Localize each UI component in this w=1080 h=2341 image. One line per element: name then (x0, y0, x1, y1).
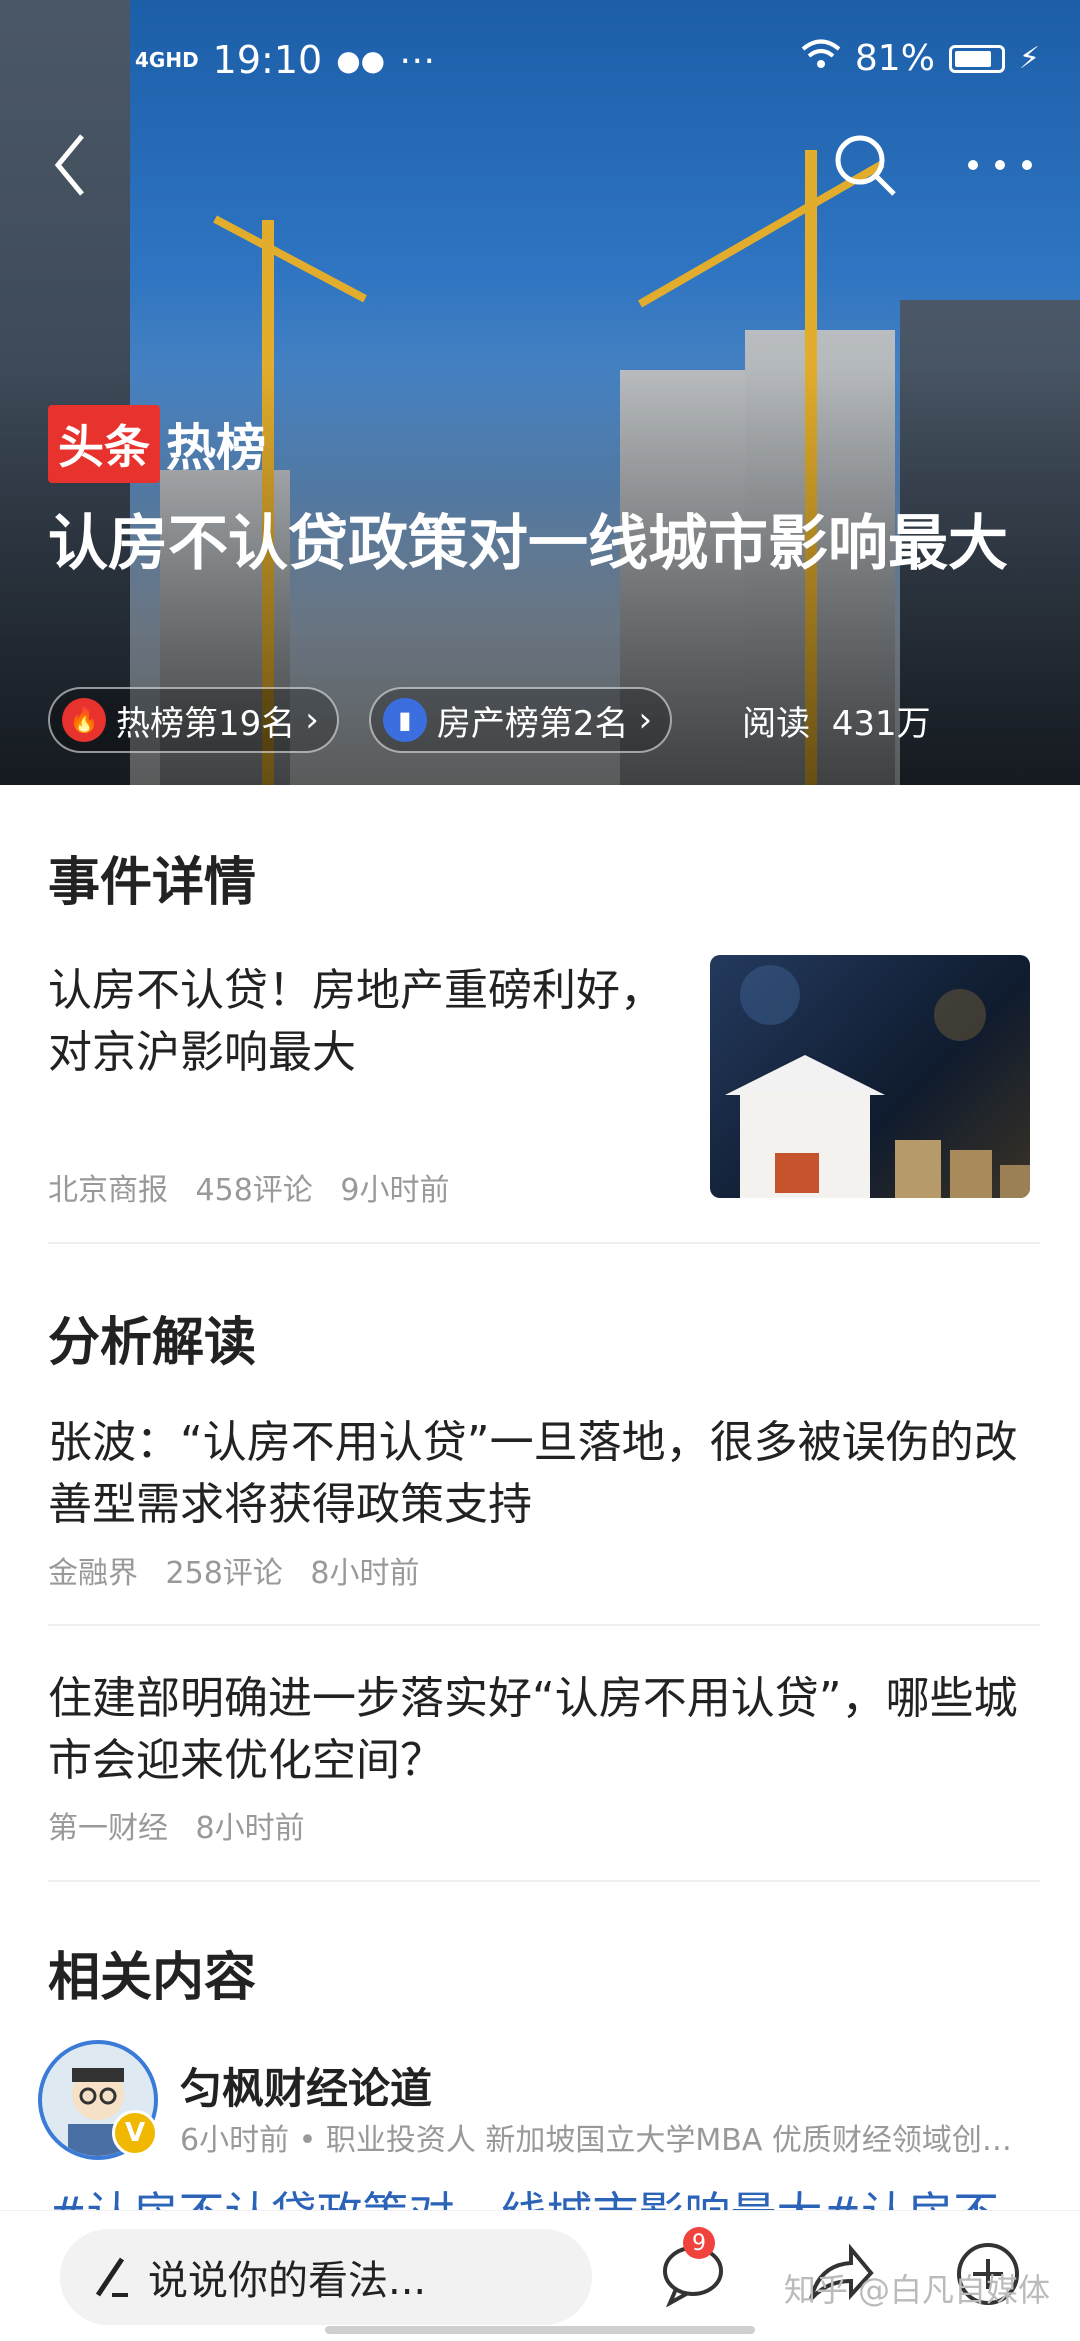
author-meta: 6小时前 • 职业投资人 新加坡国立大学MBA 优质财经领域创… (180, 2123, 1012, 2158)
event-article-title[interactable]: 认房不认贷！房地产重磅利好，对京沪影响最大 (48, 960, 668, 1084)
article-time: 8小时前 (310, 1556, 420, 1591)
section-title-event: 事件详情 (48, 853, 257, 913)
house-coins-image (725, 965, 1030, 1198)
event-article-meta: 北京商报 458评论 9小时前 (48, 1165, 467, 1209)
hot-rank-chip[interactable]: 🔥 热榜第19名 › (48, 687, 339, 753)
home-indicator[interactable] (325, 2326, 755, 2334)
back-button[interactable] (50, 130, 90, 222)
search-button[interactable] (830, 130, 900, 222)
section-title-analysis: 分析解读 (48, 1313, 257, 1373)
divider (48, 1624, 1040, 1626)
house-rank-chip[interactable]: ▮ 房产榜第2名 › (368, 687, 673, 753)
crane-decoration (213, 215, 367, 303)
divider (48, 1242, 1040, 1244)
article-source: 北京商报 (48, 1173, 168, 1208)
author-name[interactable]: 匀枫财经论道 (180, 2055, 432, 2116)
article-comments: 258评论 (165, 1556, 283, 1591)
analysis-article-title[interactable]: 住建部明确进一步落实好“认房不用认贷”，哪些城市会迎来优化空间？ (48, 1668, 1038, 1792)
brand-tag: 头条 (48, 405, 160, 483)
article-comments: 458评论 (195, 1173, 313, 1208)
top-navigation (0, 130, 1080, 210)
read-count: 阅读 431万 (742, 696, 931, 745)
building-icon: ▮ (382, 698, 427, 742)
analysis-article-meta: 金融界 258评论 8小时前 (48, 1548, 437, 1592)
section-title-related: 相关内容 (48, 1948, 257, 2008)
analysis-article-meta: 第一财经 8小时前 (48, 1803, 323, 1847)
wechat-icon: ●● (336, 43, 386, 77)
battery-percent: 81% (854, 38, 935, 79)
article-time: 8小时前 (195, 1811, 305, 1846)
rank-chips: 🔥 热榜第19名 › ▮ 房产榜第2名 › 阅读 431万 (48, 685, 931, 755)
wifi-icon (801, 38, 841, 79)
battery-icon (948, 44, 1005, 73)
hero-banner: 4GHD 19:10 ●● ⋯ 81% ⚡ 头条 热榜 认房不认贷政策对一线城市… (0, 0, 1080, 785)
article-time: 9小时前 (340, 1173, 450, 1208)
hot-list-brand: 头条 热榜 (48, 405, 266, 483)
chevron-left-icon (54, 134, 84, 196)
hot-rank-label: 热榜第19名 (116, 703, 296, 744)
house-rank-label: 房产榜第2名 (436, 703, 629, 744)
bottom-action-bar: 说说你的看法... 9 知乎 @白凡自媒体 (0, 2210, 1080, 2341)
chevron-right-icon: › (305, 700, 319, 740)
network-indicator: 4GHD (135, 48, 199, 72)
search-icon (835, 135, 896, 196)
page-title: 认房不认贷政策对一线城市影响最大 (48, 509, 1008, 579)
flame-icon: 🔥 (62, 698, 106, 742)
analysis-article-title[interactable]: 张波：“认房不用认贷”一旦落地，很多被误伤的改善型需求将获得政策支持 (48, 1412, 1038, 1536)
charging-icon: ⚡ (1018, 41, 1040, 76)
article-source: 金融界 (48, 1556, 138, 1591)
article-source: 第一财经 (48, 1811, 168, 1846)
battery-fill (954, 50, 991, 67)
verified-badge-icon: V (112, 2110, 158, 2156)
status-extras: ⋯ (399, 39, 436, 81)
watermark: 知乎 @白凡自媒体 (783, 2271, 1050, 2309)
pen-icon (95, 2257, 128, 2297)
status-bar: 4GHD 19:10 ●● ⋯ 81% ⚡ (0, 30, 1080, 90)
more-button[interactable] (965, 130, 1035, 222)
chevron-right-icon: › (638, 700, 653, 740)
divider (48, 1880, 1040, 1882)
event-article-thumbnail[interactable] (710, 955, 1030, 1198)
comment-placeholder: 说说你的看法... (148, 2258, 427, 2304)
brand-hot: 热榜 (166, 419, 266, 477)
comment-input[interactable]: 说说你的看法... (60, 2229, 592, 2325)
read-count-value: 431万 (831, 703, 931, 744)
read-count-label: 阅读 (742, 703, 811, 744)
clock: 19:10 (212, 38, 323, 82)
more-dots-icon (968, 160, 1032, 170)
comment-count-badge: 9 (683, 2227, 715, 2259)
